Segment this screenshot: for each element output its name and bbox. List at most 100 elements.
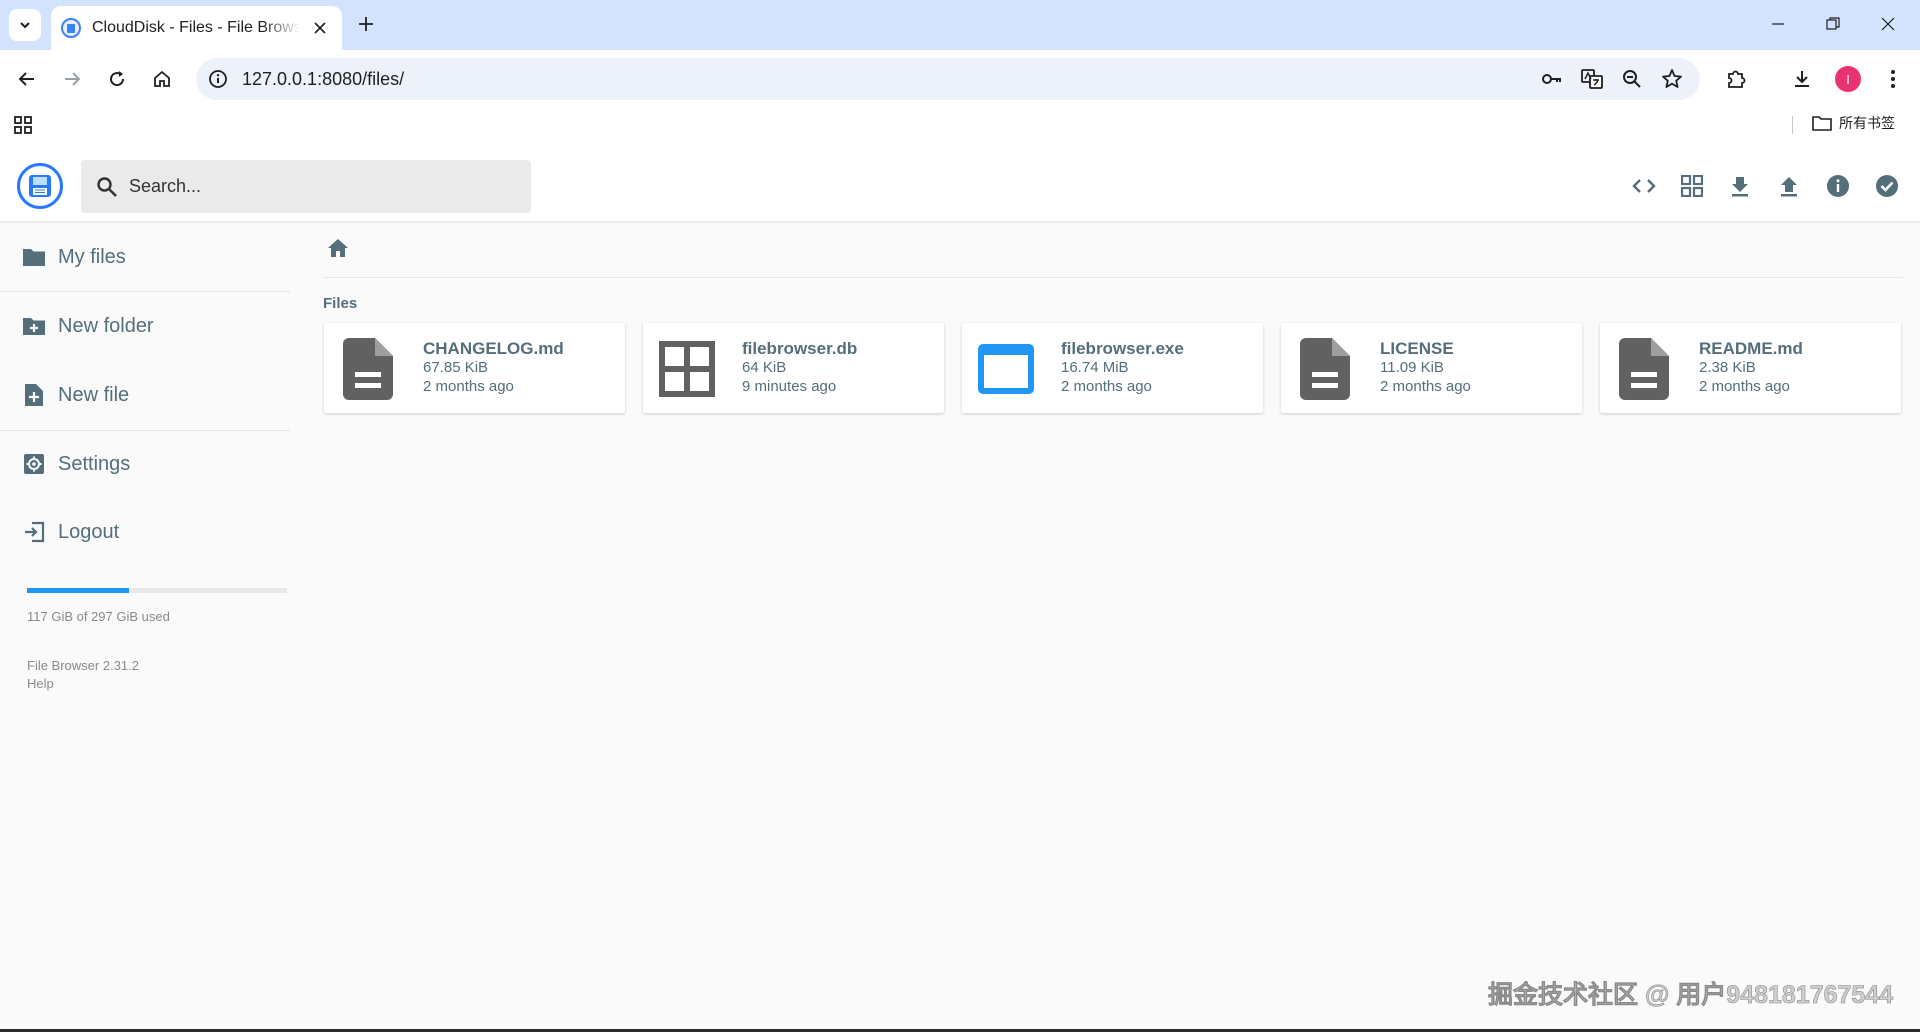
- select-multiple-button[interactable]: [1873, 172, 1901, 200]
- settings-icon: [22, 452, 46, 476]
- grid-file-icon: [653, 335, 721, 403]
- close-icon: [1881, 17, 1895, 31]
- url-text[interactable]: 127.0.0.1:8080/files/: [242, 69, 404, 90]
- reload-icon: [110, 71, 125, 87]
- download-icon: [1795, 71, 1809, 87]
- sidebar-item-label: Logout: [58, 520, 120, 543]
- browser-menu-button[interactable]: [1875, 61, 1911, 97]
- check-circle-icon: [1876, 175, 1898, 197]
- search-input[interactable]: [129, 160, 519, 213]
- more-vert-icon: [1891, 70, 1895, 88]
- sidebar-item-label: New folder: [58, 314, 154, 337]
- password-key-icon[interactable]: [1540, 67, 1564, 91]
- search-box[interactable]: [81, 160, 531, 213]
- file-item[interactable]: LICENSE 11.09 KiB 2 months ago: [1281, 323, 1582, 413]
- profile-avatar[interactable]: I: [1835, 66, 1861, 92]
- description-icon: [1291, 335, 1359, 403]
- file-size: 67.85 KiB: [423, 359, 489, 376]
- home-icon: [154, 70, 170, 87]
- extensions-button[interactable]: [1718, 61, 1754, 97]
- footer-info: File Browser 2.31.2 Help: [27, 657, 139, 693]
- file-size: 64 KiB: [742, 359, 787, 376]
- sidebar-item-logout[interactable]: Logout: [0, 504, 290, 560]
- site-info-icon[interactable]: [206, 67, 230, 91]
- browser-tab-active[interactable]: CloudDisk - Files - File Browser: [51, 6, 342, 50]
- bookmarks-separator: [1792, 116, 1793, 134]
- sidebar-item-label: New file: [58, 383, 130, 406]
- close-icon[interactable]: [310, 18, 330, 38]
- browser-tabstrip: CloudDisk - Files - File Browser: [0, 0, 1920, 50]
- plus-icon: [359, 17, 373, 31]
- file-item[interactable]: filebrowser.db 64 KiB 9 minutes ago: [643, 323, 944, 413]
- window-close-button[interactable]: [1876, 12, 1900, 36]
- address-bar[interactable]: 127.0.0.1:8080/files/: [196, 58, 1700, 100]
- download-button[interactable]: [1726, 172, 1754, 200]
- file-name: CHANGELOG.md: [423, 339, 564, 358]
- restore-button[interactable]: [1821, 12, 1845, 36]
- file-size: 16.74 MiB: [1061, 359, 1129, 376]
- new-tab-button[interactable]: [354, 12, 378, 36]
- zoom-icon[interactable]: [1620, 67, 1644, 91]
- file-modified: 2 months ago: [1699, 378, 1790, 395]
- translate-icon[interactable]: [1580, 67, 1604, 91]
- app-logo[interactable]: [17, 163, 63, 209]
- home-button[interactable]: [144, 61, 180, 97]
- watermark-text: 掘金技术社区 @ 用户948181767544: [1488, 981, 1894, 1010]
- file-grid: CHANGELOG.md 67.85 KiB 2 months ago file…: [324, 323, 1904, 413]
- sidebar-item-settings[interactable]: Settings: [0, 436, 290, 492]
- folder-outline-icon: [1812, 116, 1832, 131]
- upload-icon: [1781, 177, 1797, 197]
- sidebar-item-my-files[interactable]: My files: [0, 229, 290, 285]
- back-button[interactable]: [9, 61, 45, 97]
- help-link[interactable]: Help: [27, 675, 139, 693]
- downloads-button[interactable]: [1784, 61, 1820, 97]
- file-name: filebrowser.exe: [1061, 339, 1184, 358]
- folder-icon: [22, 245, 46, 269]
- upload-button[interactable]: [1775, 172, 1803, 200]
- file-name: LICENSE: [1380, 339, 1454, 358]
- sidebar-item-new-folder[interactable]: New folder: [0, 298, 290, 354]
- toggle-shell-button[interactable]: [1630, 172, 1658, 200]
- sidebar: My files New folder New file Settings Lo…: [0, 222, 290, 1032]
- home-icon[interactable]: [326, 236, 350, 265]
- all-bookmarks-label: 所有书签: [1839, 115, 1895, 131]
- bookmark-star-icon[interactable]: [1660, 67, 1684, 91]
- sidebar-item-label: My files: [58, 245, 126, 268]
- file-size: 2.38 KiB: [1699, 359, 1756, 376]
- sidebar-divider: [0, 430, 290, 431]
- section-title-files: Files: [323, 295, 358, 312]
- sidebar-item-new-file[interactable]: New file: [0, 367, 290, 423]
- tab-search-button[interactable]: [9, 9, 41, 41]
- file-modified: 2 months ago: [423, 378, 514, 395]
- exit-icon: [22, 520, 46, 544]
- create-new-folder-icon: [22, 314, 46, 338]
- file-size: 11.09 KiB: [1380, 359, 1444, 376]
- sidebar-item-label: Settings: [58, 452, 131, 475]
- download-icon: [1732, 177, 1748, 197]
- file-name: filebrowser.db: [742, 339, 858, 358]
- disk-usage-bar: [27, 588, 287, 593]
- disk-usage-text: 117 GiB of 297 GiB used: [27, 609, 170, 624]
- file-item[interactable]: filebrowser.exe 16.74 MiB 2 months ago: [962, 323, 1263, 413]
- tab-title: CloudDisk - Files - File Browser: [92, 19, 300, 36]
- search-icon: [95, 175, 119, 204]
- file-modified: 2 months ago: [1061, 378, 1152, 395]
- file-item[interactable]: README.md 2.38 KiB 2 months ago: [1600, 323, 1901, 413]
- apps-grid-icon[interactable]: [14, 116, 32, 139]
- version-text[interactable]: File Browser 2.31.2: [27, 657, 139, 675]
- all-bookmarks-button[interactable]: 所有书签: [1812, 113, 1895, 133]
- disk-usage-fill: [27, 588, 130, 593]
- application-icon: [972, 335, 1040, 403]
- info-button[interactable]: [1824, 172, 1852, 200]
- minimize-button[interactable]: [1766, 12, 1790, 36]
- sidebar-divider: [0, 291, 290, 292]
- file-item[interactable]: CHANGELOG.md 67.85 KiB 2 months ago: [324, 323, 625, 413]
- switch-view-button[interactable]: [1678, 172, 1706, 200]
- file-modified: 2 months ago: [1380, 378, 1471, 395]
- file-modified: 9 minutes ago: [742, 378, 837, 395]
- browser-toolbar: 127.0.0.1:8080/files/: [0, 50, 1920, 108]
- reload-button[interactable]: [99, 61, 135, 97]
- forward-button[interactable]: [54, 61, 90, 97]
- breadcrumb: [323, 234, 1903, 278]
- file-name: README.md: [1699, 339, 1803, 358]
